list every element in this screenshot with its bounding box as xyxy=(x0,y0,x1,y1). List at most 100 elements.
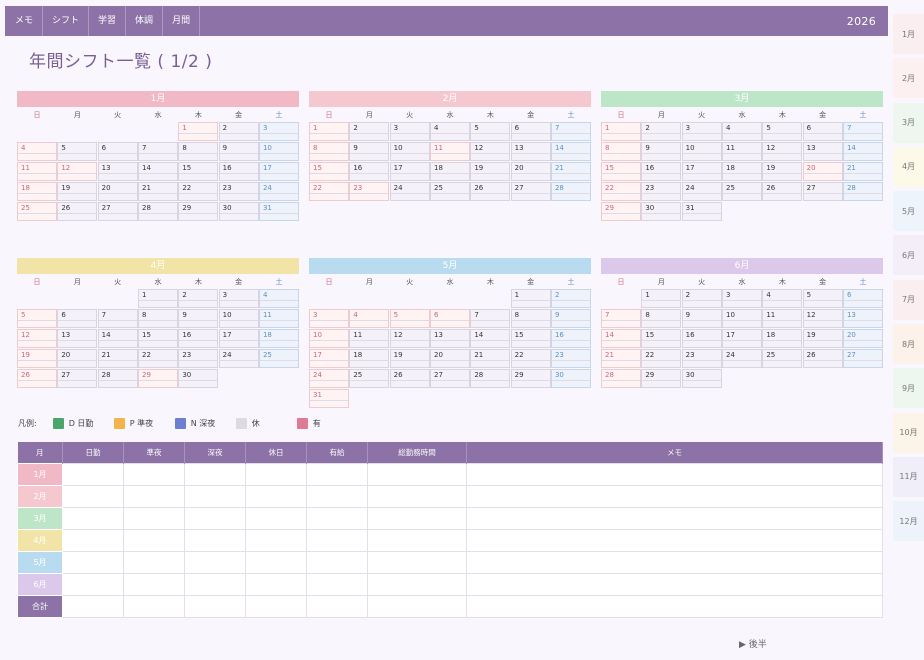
day-cell[interactable]: 13 xyxy=(429,329,470,348)
day-cell[interactable]: 23 xyxy=(681,349,722,368)
day-cell[interactable]: 12 xyxy=(762,142,803,161)
day-cell[interactable]: 15 xyxy=(510,329,551,348)
day-cell[interactable]: 8 xyxy=(510,309,551,328)
day-cell[interactable]: 9 xyxy=(178,309,219,328)
summary-input-cell[interactable] xyxy=(367,550,467,574)
day-cell[interactable]: 16 xyxy=(218,162,259,181)
day-cell[interactable]: 19 xyxy=(57,182,98,201)
day-cell[interactable]: 25 xyxy=(762,349,803,368)
summary-input-cell[interactable] xyxy=(62,550,124,574)
day-cell[interactable]: 3 xyxy=(218,289,259,308)
day-cell[interactable]: 27 xyxy=(57,369,98,388)
day-cell[interactable]: 21 xyxy=(470,349,511,368)
summary-input-cell[interactable] xyxy=(367,462,467,486)
nav-tab-study[interactable]: 学習 xyxy=(89,6,127,36)
day-cell[interactable]: 10 xyxy=(309,329,349,348)
day-cell[interactable]: 22 xyxy=(137,349,178,368)
summary-input-cell[interactable] xyxy=(245,506,307,530)
day-cell[interactable]: 28 xyxy=(470,369,511,388)
day-cell[interactable]: 20 xyxy=(842,329,883,348)
day-cell[interactable]: 14 xyxy=(601,329,641,348)
day-cell[interactable]: 1 xyxy=(601,122,641,141)
summary-input-cell[interactable] xyxy=(184,528,246,552)
day-cell[interactable]: 6 xyxy=(802,122,843,141)
side-tab-month-8[interactable]: 8月 xyxy=(893,324,924,365)
day-cell[interactable]: 6 xyxy=(97,142,138,161)
day-cell[interactable]: 11 xyxy=(258,309,299,328)
day-cell[interactable]: 30 xyxy=(178,369,219,388)
day-cell[interactable]: 5 xyxy=(802,289,843,308)
summary-input-cell[interactable] xyxy=(306,595,368,619)
summary-input-cell[interactable] xyxy=(123,506,185,530)
day-cell[interactable]: 29 xyxy=(137,369,178,388)
day-cell[interactable]: 14 xyxy=(97,329,138,348)
day-cell[interactable]: 6 xyxy=(842,289,883,308)
side-tab-month-11[interactable]: 11月 xyxy=(893,456,924,497)
day-cell[interactable]: 7 xyxy=(550,122,591,141)
day-cell[interactable]: 1 xyxy=(178,122,219,141)
day-cell[interactable]: 3 xyxy=(309,309,349,328)
day-cell[interactable]: 4 xyxy=(17,142,57,161)
summary-input-cell[interactable] xyxy=(245,550,307,574)
day-cell[interactable]: 6 xyxy=(57,309,98,328)
day-cell[interactable]: 13 xyxy=(842,309,883,328)
day-cell[interactable]: 18 xyxy=(721,162,762,181)
summary-input-cell[interactable] xyxy=(306,550,368,574)
day-cell[interactable]: 22 xyxy=(641,349,682,368)
day-cell[interactable]: 13 xyxy=(97,162,138,181)
day-cell[interactable]: 18 xyxy=(762,329,803,348)
day-cell[interactable]: 4 xyxy=(349,309,390,328)
summary-input-cell[interactable] xyxy=(306,484,368,508)
day-cell[interactable]: 22 xyxy=(309,182,349,201)
summary-input-cell[interactable] xyxy=(306,572,368,597)
day-cell[interactable]: 9 xyxy=(641,142,682,161)
day-cell[interactable]: 9 xyxy=(218,142,259,161)
day-cell[interactable]: 12 xyxy=(470,142,511,161)
day-cell[interactable]: 10 xyxy=(258,142,299,161)
day-cell[interactable]: 17 xyxy=(721,329,762,348)
day-cell[interactable]: 7 xyxy=(137,142,178,161)
summary-input-cell[interactable] xyxy=(367,528,467,552)
nav-tab-health[interactable]: 体調 xyxy=(126,6,164,36)
day-cell[interactable]: 6 xyxy=(510,122,551,141)
day-cell[interactable]: 11 xyxy=(349,329,390,348)
day-cell[interactable]: 25 xyxy=(258,349,299,368)
day-cell[interactable]: 5 xyxy=(762,122,803,141)
day-cell[interactable]: 1 xyxy=(137,289,178,308)
day-cell[interactable]: 21 xyxy=(137,182,178,201)
day-cell[interactable]: 30 xyxy=(681,369,722,388)
side-tab-month-12[interactable]: 12月 xyxy=(893,501,924,542)
summary-input-cell[interactable] xyxy=(184,484,246,508)
summary-input-cell[interactable] xyxy=(367,572,467,597)
day-cell[interactable]: 18 xyxy=(17,182,57,201)
day-cell[interactable]: 1 xyxy=(510,289,551,308)
day-cell[interactable]: 7 xyxy=(470,309,511,328)
summary-input-cell[interactable] xyxy=(466,550,883,574)
day-cell[interactable]: 18 xyxy=(349,349,390,368)
day-cell[interactable]: 11 xyxy=(721,142,762,161)
summary-input-cell[interactable] xyxy=(367,595,467,619)
day-cell[interactable]: 7 xyxy=(97,309,138,328)
day-cell[interactable]: 6 xyxy=(429,309,470,328)
day-cell[interactable]: 13 xyxy=(57,329,98,348)
day-cell[interactable]: 17 xyxy=(389,162,430,181)
day-cell[interactable]: 26 xyxy=(389,369,430,388)
day-cell[interactable]: 28 xyxy=(550,182,591,201)
day-cell[interactable]: 28 xyxy=(137,202,178,221)
day-cell[interactable]: 4 xyxy=(762,289,803,308)
side-tab-month-1[interactable]: 1月 xyxy=(893,14,924,54)
day-cell[interactable]: 15 xyxy=(641,329,682,348)
day-cell[interactable]: 10 xyxy=(389,142,430,161)
side-tab-month-10[interactable]: 10月 xyxy=(893,412,924,453)
summary-input-cell[interactable] xyxy=(62,572,124,597)
day-cell[interactable]: 16 xyxy=(550,329,591,348)
day-cell[interactable]: 18 xyxy=(429,162,470,181)
day-cell[interactable]: 27 xyxy=(802,182,843,201)
day-cell[interactable]: 25 xyxy=(349,369,390,388)
summary-input-cell[interactable] xyxy=(62,462,124,486)
day-cell[interactable]: 19 xyxy=(389,349,430,368)
day-cell[interactable]: 16 xyxy=(349,162,390,181)
summary-input-cell[interactable] xyxy=(466,506,883,530)
summary-input-cell[interactable] xyxy=(62,595,124,619)
day-cell[interactable]: 3 xyxy=(681,122,722,141)
